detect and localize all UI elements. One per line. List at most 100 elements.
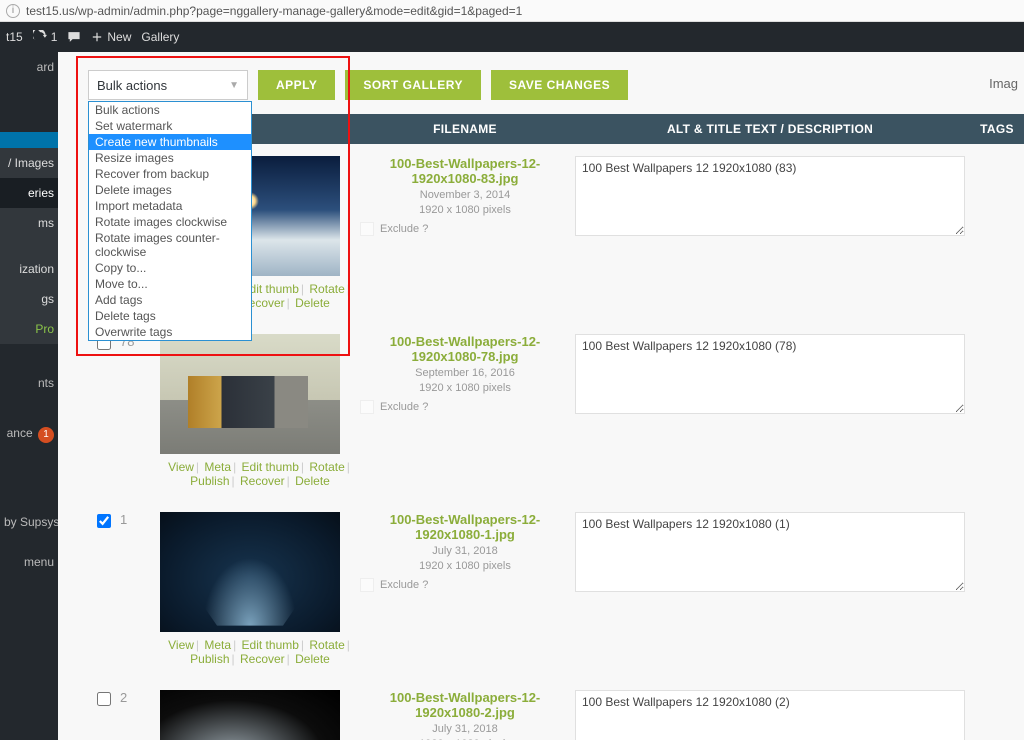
sidebar-item-customization[interactable]: ization	[0, 254, 58, 284]
admin-sidebar: ard / Images eries ms ization gs Pro nts…	[0, 52, 58, 740]
refresh-icon	[33, 30, 47, 44]
sidebar-item-images[interactable]: / Images	[0, 148, 58, 178]
exclude-checkbox[interactable]	[360, 578, 374, 592]
sidebar-item-settings[interactable]: gs	[0, 284, 58, 314]
recover-link[interactable]: Recover	[240, 474, 285, 488]
sidebar-item-dashboard[interactable]: ard	[0, 52, 58, 82]
sidebar-item-comments[interactable]: nts	[0, 368, 58, 398]
view-link[interactable]: View	[168, 638, 194, 652]
rotate-link[interactable]: Rotate	[309, 638, 344, 652]
exclude-checkbox[interactable]	[360, 400, 374, 414]
delete-link[interactable]: Delete	[295, 652, 330, 666]
delete-link[interactable]: Delete	[295, 296, 330, 310]
bulk-option[interactable]: Add tags	[89, 292, 251, 308]
bulk-actions-dropdown[interactable]: Bulk actionsSet watermarkCreate new thum…	[88, 101, 252, 341]
bulk-option[interactable]: Import metadata	[89, 198, 251, 214]
file-dimensions: 1920 x 1080 pixels	[360, 204, 570, 216]
sidebar-item-albums[interactable]: ms	[0, 208, 58, 238]
recover-link[interactable]: Recover	[240, 652, 285, 666]
file-date: July 31, 2018	[360, 545, 570, 557]
table-row: 78 View| Meta| Edit thumb| Rotate| Publi…	[88, 322, 1024, 500]
view-link[interactable]: View	[168, 460, 194, 474]
meta-link[interactable]: Meta	[204, 460, 231, 474]
file-dimensions: 1920 x 1080 pixels	[360, 560, 570, 572]
bulk-option[interactable]: Move to...	[89, 276, 251, 292]
file-date: July 31, 2018	[360, 723, 570, 735]
alt-text-input[interactable]: 100 Best Wallpapers 12 1920x1080 (1)	[575, 512, 965, 592]
sidebar-item-supsystic[interactable]: by Supsystic	[0, 507, 58, 537]
apply-button[interactable]: APPLY	[258, 70, 335, 100]
file-dimensions: 1920 x 1080 pixels	[360, 382, 570, 394]
site-name-link[interactable]: t15	[6, 30, 23, 44]
edit-thumb-link[interactable]: Edit thumb	[242, 638, 299, 652]
filename-link[interactable]: 100-Best-Wallpapers-12-1920x1080-78.jpg	[360, 334, 570, 364]
meta-link[interactable]: Meta	[204, 638, 231, 652]
save-changes-button[interactable]: SAVE CHANGES	[491, 70, 628, 100]
images-count-label: Imag	[989, 76, 1024, 91]
url-input[interactable]	[26, 4, 1018, 18]
filename-link[interactable]: 100-Best-Wallpapers-12-1920x1080-83.jpg	[360, 156, 570, 186]
rotate-link[interactable]: Rotate	[309, 282, 344, 296]
sidebar-item-pro[interactable]: Pro	[0, 314, 58, 344]
updates-link[interactable]: 1	[33, 30, 58, 44]
publish-link[interactable]: Publish	[190, 474, 229, 488]
file-date: November 3, 2014	[360, 189, 570, 201]
rotate-link[interactable]: Rotate	[309, 460, 344, 474]
table-row: 1 View| Meta| Edit thumb| Rotate| Publis…	[88, 500, 1024, 678]
bulk-option[interactable]: Resize images	[89, 150, 251, 166]
bulk-option[interactable]: Delete images	[89, 182, 251, 198]
sidebar-item-galleries[interactable]: eries	[0, 178, 58, 208]
bulk-actions-label: Bulk actions	[97, 78, 167, 93]
bulk-option[interactable]: Rotate images counter-clockwise	[89, 230, 251, 260]
browser-urlbar: i	[0, 0, 1024, 22]
edit-thumb-link[interactable]: Edit thumb	[242, 460, 299, 474]
sidebar-item-collapse[interactable]: menu	[0, 547, 58, 577]
bulk-option[interactable]: Copy to...	[89, 260, 251, 276]
filename-link[interactable]: 100-Best-Wallpapers-12-1920x1080-2.jpg	[360, 690, 570, 720]
bulk-option[interactable]: Rotate images clockwise	[89, 214, 251, 230]
alt-text-input[interactable]: 100 Best Wallpapers 12 1920x1080 (78)	[575, 334, 965, 414]
bulk-option[interactable]: Set watermark	[89, 118, 251, 134]
new-link[interactable]: New	[91, 30, 131, 44]
sidebar-item-blank1[interactable]	[0, 238, 58, 254]
admin-bar: t15 1 New Gallery	[0, 22, 1024, 52]
thumbnail-image[interactable]	[160, 334, 340, 454]
row-checkbox[interactable]	[97, 514, 111, 528]
alt-text-input[interactable]: 100 Best Wallpapers 12 1920x1080 (83)	[575, 156, 965, 236]
gallery-link[interactable]: Gallery	[141, 30, 179, 44]
main-content: Bulk actions ▼ APPLY SORT GALLERY SAVE C…	[58, 52, 1024, 740]
delete-link[interactable]: Delete	[295, 474, 330, 488]
update-badge: 1	[38, 427, 54, 443]
bulk-option[interactable]: Overwrite tags	[89, 324, 251, 340]
comment-icon	[67, 30, 81, 44]
bulk-option[interactable]: Create new thumbnails	[89, 134, 251, 150]
bulk-option[interactable]: Bulk actions	[89, 102, 251, 118]
bulk-option[interactable]: Delete tags	[89, 308, 251, 324]
row-actions: View| Meta| Edit thumb| Rotate| Publish|…	[160, 460, 360, 488]
info-icon: i	[6, 4, 20, 18]
thumbnail-image[interactable]	[160, 690, 340, 740]
th-filename: FILENAME	[360, 122, 570, 136]
filename-link[interactable]: 100-Best-Wallpapers-12-1920x1080-1.jpg	[360, 512, 570, 542]
row-id: 1	[120, 512, 160, 666]
bulk-option[interactable]: Recover from backup	[89, 166, 251, 182]
chevron-down-icon: ▼	[229, 80, 239, 91]
table-row: 2 View| Meta| Edit thumb| Rotate| Publis…	[88, 678, 1024, 740]
sidebar-item-gallery[interactable]	[0, 132, 58, 148]
exclude-checkbox[interactable]	[360, 222, 374, 236]
gallery-toolbar: Bulk actions ▼ APPLY SORT GALLERY SAVE C…	[88, 70, 1024, 100]
new-label: New	[107, 30, 131, 44]
sort-gallery-button[interactable]: SORT GALLERY	[345, 70, 481, 100]
thumbnail-image[interactable]	[160, 512, 340, 632]
th-tags: TAGS	[970, 122, 1024, 136]
row-checkbox[interactable]	[97, 692, 111, 706]
bulk-actions-select[interactable]: Bulk actions ▼	[88, 70, 248, 100]
exclude-label: Exclude ?	[380, 401, 428, 413]
alt-text-input[interactable]: 100 Best Wallpapers 12 1920x1080 (2)	[575, 690, 965, 740]
comments-link[interactable]	[67, 30, 81, 44]
file-date: September 16, 2016	[360, 367, 570, 379]
exclude-label: Exclude ?	[380, 223, 428, 235]
sidebar-item-appearance[interactable]: ance 1	[0, 418, 58, 451]
th-description: ALT & TITLE TEXT / DESCRIPTION	[570, 122, 970, 136]
publish-link[interactable]: Publish	[190, 652, 229, 666]
